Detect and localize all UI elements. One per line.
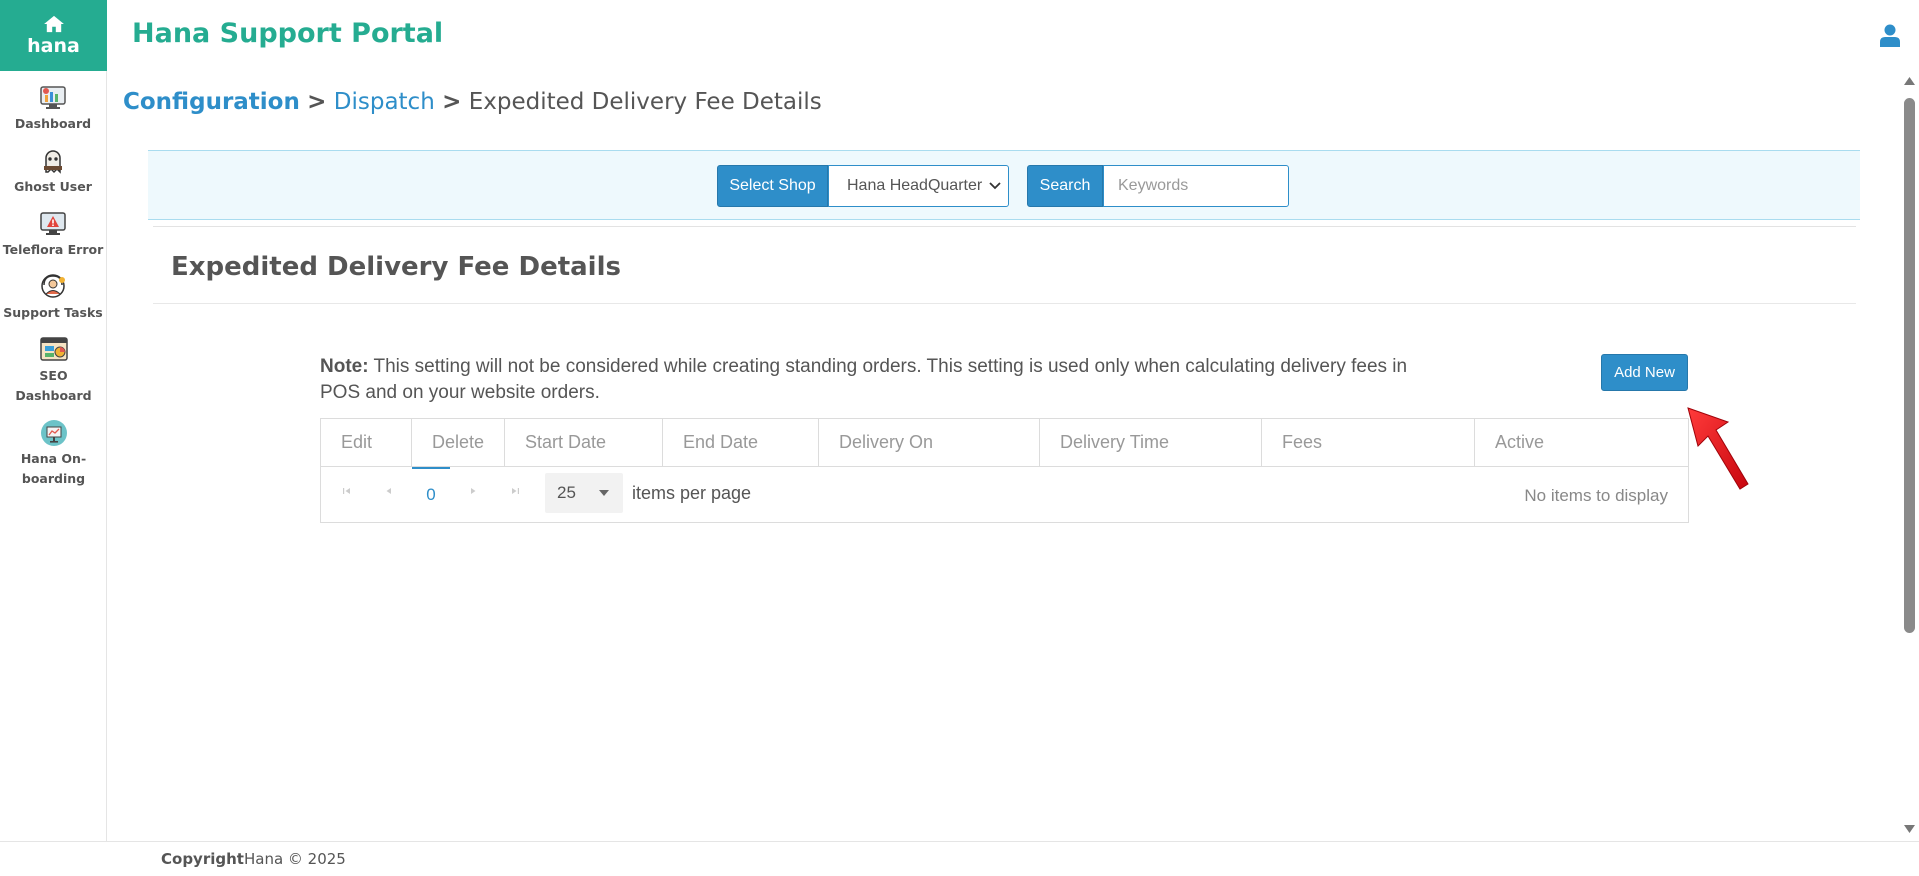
- fee-grid: Edit Delete Start Date End Date Delivery…: [320, 418, 1689, 523]
- breadcrumb: Configuration > Dispatch > Expedited Del…: [123, 89, 822, 115]
- column-header-delete[interactable]: Delete: [412, 419, 505, 466]
- previous-page-icon[interactable]: [382, 484, 396, 498]
- sidebar-item-support-tasks[interactable]: Support Tasks: [0, 272, 106, 323]
- current-page[interactable]: 0: [412, 467, 450, 521]
- scroll-thumb[interactable]: [1904, 98, 1915, 633]
- sidebar: hana Dashboard Ghost User Teleflora Erro…: [0, 0, 107, 841]
- chevron-down-icon: [989, 182, 1001, 190]
- search-button[interactable]: Search: [1027, 165, 1103, 207]
- breadcrumb-configuration[interactable]: Configuration: [123, 89, 300, 115]
- sidebar-item-hana-onboarding[interactable]: Hana On-boarding: [0, 418, 107, 489]
- home-icon: [43, 15, 64, 32]
- last-page-icon[interactable]: [508, 484, 522, 498]
- shop-select-value: Hana HeadQuarter: [847, 177, 983, 194]
- sidebar-item-label: Dashboard: [14, 116, 92, 131]
- copyright-label: Copyright: [161, 850, 244, 868]
- page-size-value: 25: [557, 483, 576, 502]
- page-size-select[interactable]: 25: [545, 473, 623, 513]
- sidebar-item-label: Ghost User: [14, 179, 92, 194]
- column-header-fees[interactable]: Fees: [1262, 419, 1475, 466]
- note-body: This setting will not be considered whil…: [320, 356, 1408, 403]
- seo-dashboard-icon: [39, 337, 68, 361]
- vertical-scrollbar[interactable]: [1900, 71, 1919, 841]
- annotation-arrow-icon: [1687, 407, 1749, 490]
- first-page-icon[interactable]: [340, 484, 354, 498]
- footer: CopyrightHana © 2025: [0, 841, 1919, 876]
- add-new-button[interactable]: Add New: [1601, 354, 1688, 391]
- filter-bar: Select Shop Hana HeadQuarter Search: [148, 150, 1860, 220]
- section-title: Expedited Delivery Fee Details: [171, 252, 621, 282]
- column-header-delivery-on[interactable]: Delivery On: [819, 419, 1040, 466]
- teleflora-error-icon: [40, 212, 66, 235]
- column-header-delivery-time[interactable]: Delivery Time: [1040, 419, 1262, 466]
- divider: [153, 226, 1856, 227]
- brand-name: hana: [27, 34, 80, 57]
- breadcrumb-separator: >: [307, 89, 327, 115]
- dropdown-arrow-icon: [599, 490, 609, 496]
- divider: [153, 303, 1856, 304]
- column-header-active[interactable]: Active: [1475, 419, 1688, 466]
- breadcrumb-dispatch[interactable]: Dispatch: [334, 89, 435, 115]
- next-page-icon[interactable]: [466, 484, 480, 498]
- sidebar-item-seo-dashboard[interactable]: SEO Dashboard: [0, 335, 107, 406]
- column-header-edit[interactable]: Edit: [321, 419, 412, 466]
- grid-header: Edit Delete Start Date End Date Delivery…: [321, 419, 1688, 467]
- grid-pager: 0 25 items per page No items to display: [321, 467, 1688, 523]
- column-header-end-date[interactable]: End Date: [663, 419, 819, 466]
- sidebar-item-teleflora-error[interactable]: Teleflora Error: [0, 209, 106, 260]
- app-title: Hana Support Portal: [132, 18, 444, 49]
- column-header-start-date[interactable]: Start Date: [505, 419, 663, 466]
- page-size-label: items per page: [632, 483, 752, 503]
- scroll-up-icon[interactable]: [1904, 76, 1915, 86]
- empty-message: No items to display: [1524, 486, 1668, 505]
- note-label: Note:: [320, 356, 369, 377]
- dashboard-icon: [40, 86, 66, 109]
- sidebar-item-ghost-user[interactable]: Ghost User: [0, 146, 106, 197]
- scroll-down-icon[interactable]: [1904, 824, 1915, 834]
- support-tasks-icon: [41, 274, 65, 298]
- note-text: Note: This setting will not be considere…: [320, 354, 1450, 406]
- sidebar-item-label: Teleflora Error: [2, 242, 104, 257]
- sidebar-item-dashboard[interactable]: Dashboard: [0, 83, 106, 134]
- shop-select[interactable]: Hana HeadQuarter: [828, 165, 1009, 207]
- sidebar-item-label: SEO Dashboard: [15, 368, 92, 403]
- search-input[interactable]: [1103, 165, 1289, 207]
- user-icon[interactable]: [1880, 24, 1900, 48]
- select-shop-button[interactable]: Select Shop: [717, 165, 828, 207]
- ghost-user-icon: [44, 150, 62, 174]
- breadcrumb-separator: >: [442, 89, 462, 115]
- home-logo[interactable]: hana: [0, 0, 107, 71]
- breadcrumb-current: Expedited Delivery Fee Details: [468, 89, 822, 115]
- copyright-text: CopyrightHana © 2025: [161, 850, 346, 868]
- sidebar-item-label: Support Tasks: [3, 305, 103, 320]
- onboarding-icon: [40, 420, 67, 446]
- copyright-value: Hana © 2025: [243, 850, 346, 868]
- sidebar-item-label: Hana On-boarding: [20, 451, 87, 486]
